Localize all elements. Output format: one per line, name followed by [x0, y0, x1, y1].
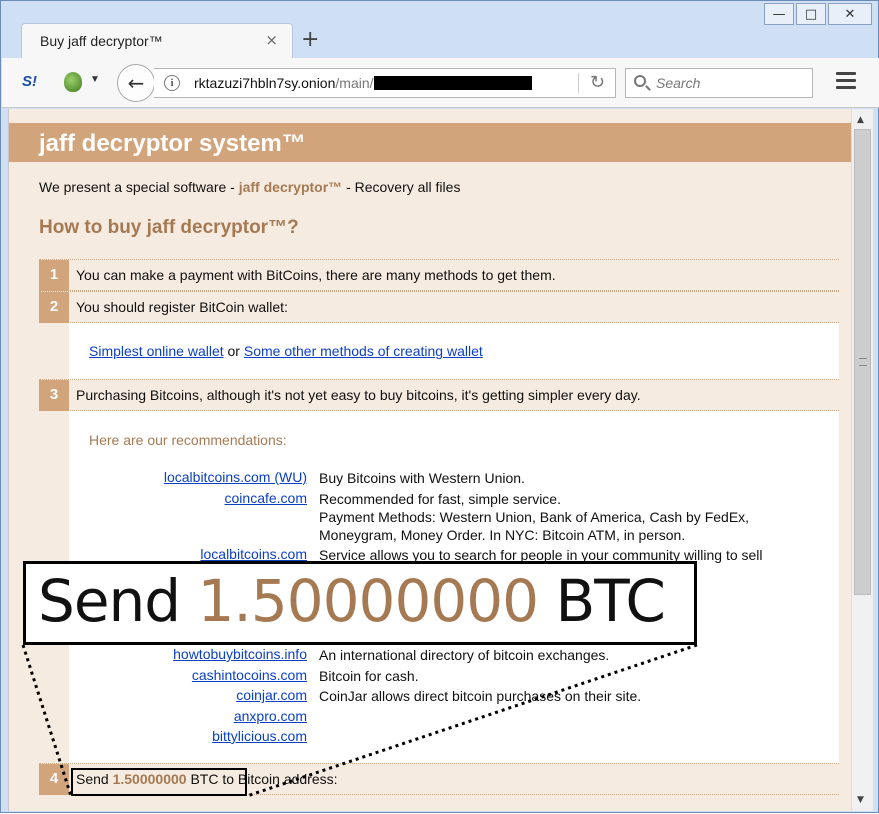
- page-content[interactable]: jaff decryptor system™ We present a spec…: [8, 109, 851, 811]
- rec-link[interactable]: localbitcoins.com (WU): [164, 469, 307, 485]
- step-number: 3: [39, 380, 69, 411]
- addon-logo-icon[interactable]: S!: [22, 73, 37, 90]
- search-icon: [634, 75, 646, 87]
- rec-link[interactable]: bittylicious.com: [212, 728, 307, 744]
- other-wallet-methods-link[interactable]: Some other methods of creating wallet: [244, 343, 483, 359]
- howto-heading: How to buy jaff decryptor™?: [39, 217, 299, 238]
- chevron-down-icon[interactable]: ▼: [90, 74, 100, 85]
- step-text: You can make a payment with BitCoins, th…: [76, 267, 556, 283]
- window-controls: — □ ✕: [764, 3, 872, 25]
- rec-desc: Payment Methods: Western Union, Bank of …: [319, 509, 750, 543]
- step-row: 1 You can make a payment with BitCoins, …: [39, 259, 839, 291]
- url-text[interactable]: rktazuzi7hbln7sy.onion/main/: [194, 75, 532, 91]
- reload-icon[interactable]: ↻: [590, 72, 605, 93]
- info-icon[interactable]: i: [164, 75, 180, 91]
- new-tab-icon[interactable]: +: [301, 27, 319, 52]
- browser-window: — □ ✕ Buy jaff decryptor™ × + S! ▼ ← i r…: [0, 0, 879, 813]
- url-separator: [578, 73, 579, 93]
- tab-close-icon[interactable]: ×: [265, 31, 278, 49]
- rec-link[interactable]: howtobuybitcoins.info: [173, 646, 307, 662]
- intro-text: We present a special software - jaff dec…: [39, 179, 461, 195]
- step-number: 2: [39, 292, 69, 323]
- step-text: You should register BitCoin wallet:: [76, 299, 288, 315]
- page-header: jaff decryptor system™: [9, 123, 851, 162]
- rec-desc: Buy Bitcoins with Western Union.: [319, 470, 525, 486]
- search-placeholder: Search: [656, 75, 701, 91]
- rec-desc: CoinJar allows direct bitcoin purchases …: [319, 688, 642, 704]
- back-arrow-icon[interactable]: ←: [117, 64, 155, 102]
- scrollbar-thumb[interactable]: [854, 129, 871, 595]
- minimize-icon[interactable]: —: [764, 3, 794, 25]
- simplest-wallet-link[interactable]: Simplest online wallet: [89, 343, 224, 359]
- rec-link[interactable]: coincafe.com: [225, 490, 307, 506]
- step-row: 2 You should register BitCoin wallet:: [39, 291, 839, 323]
- rec-link[interactable]: localbitcoins.com: [200, 546, 307, 562]
- close-window-icon[interactable]: ✕: [828, 3, 872, 25]
- rec-desc: An international directory of bitcoin ex…: [319, 647, 610, 663]
- zoom-callout: Send 1.50000000 BTC: [23, 561, 697, 645]
- scrollbar-grip-icon: [859, 358, 867, 366]
- wallet-links-panel: Simplest online wallet or Some other met…: [69, 323, 839, 379]
- zoom-source-box: [71, 768, 247, 796]
- navigation-toolbar: S! ▼ ← i rktazuzi7hbln7sy.onion/main/ ↻ …: [2, 58, 879, 108]
- search-input[interactable]: Search: [625, 68, 813, 98]
- maximize-icon[interactable]: □: [796, 3, 826, 25]
- rec-link[interactable]: coinjar.com: [236, 687, 307, 703]
- scroll-up-icon[interactable]: ▲: [857, 115, 864, 125]
- step-text: Purchasing Bitcoins, although it's not y…: [76, 387, 641, 403]
- recommendations-title: Here are our recommendations:: [89, 432, 287, 448]
- rec-desc: Bitcoin for cash.: [319, 668, 419, 684]
- hamburger-menu-icon[interactable]: [836, 72, 856, 93]
- rec-link[interactable]: anxpro.com: [234, 708, 307, 724]
- tab-title: Buy jaff decryptor™: [40, 33, 163, 49]
- rec-desc: Recommended for fast, simple service.: [319, 491, 561, 507]
- zoom-callout-text: Send 1.50000000 BTC: [38, 567, 666, 635]
- vertical-scrollbar[interactable]: ▲ ▼: [851, 109, 873, 811]
- redaction-bar: [373, 76, 532, 90]
- product-name: jaff decryptor™: [238, 179, 343, 195]
- zoom-btc-amount: 1.50000000: [197, 567, 540, 635]
- wallet-links: Simplest online wallet or Some other met…: [89, 343, 483, 359]
- step-number: 4: [39, 764, 69, 795]
- browser-tab[interactable]: Buy jaff decryptor™ ×: [21, 23, 293, 59]
- page-title: jaff decryptor system™: [39, 130, 306, 157]
- rec-link[interactable]: cashintocoins.com: [192, 667, 307, 683]
- onion-icon[interactable]: [64, 72, 82, 92]
- step-number: 1: [39, 260, 69, 291]
- step-row: 3 Purchasing Bitcoins, although it's not…: [39, 379, 839, 411]
- scroll-down-icon[interactable]: ▼: [857, 795, 864, 805]
- url-bar[interactable]: i rktazuzi7hbln7sy.onion/main/ ↻: [154, 68, 616, 98]
